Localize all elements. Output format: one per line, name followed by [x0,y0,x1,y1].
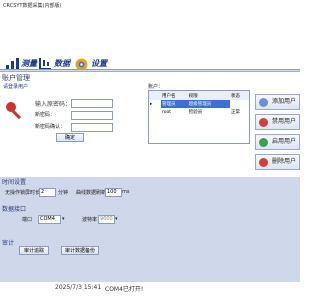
data-interface-section: 数据接口 端口 COM4 ▾ 波特率 9600 ▾ [0,204,150,234]
table-cell: 超级管理员 [187,100,230,108]
enable-user-icon [259,138,268,147]
table-cell [230,100,249,108]
audit-trail-button[interactable]: 审计追踪 [19,246,49,255]
port-select[interactable]: COM4 [38,215,61,224]
baud-field[interactable]: 9600 [98,215,115,224]
table-cell: 管理员 [161,100,188,108]
no-op-lock-unit: 分钟 [58,190,69,196]
table-row[interactable]: ▸ 管理员 超级管理员 [149,100,249,108]
delete-user-button[interactable]: 删除用户 [255,154,300,170]
window-title: CRCSYT数据采集(内部版) [3,3,62,9]
settings-panel: 账户管理 请登录用户 输入原密码： 新密码： 新密码确认： 确定 账户： 用户名… [0,69,300,283]
refresh-interval-unit: ms [122,189,130,195]
disable-user-icon [259,118,268,127]
add-user-button[interactable]: 添加用户 [255,94,300,110]
status-message: COM4已打开! [105,286,144,293]
old-password-field[interactable] [71,99,113,108]
user-management-section: 账户管理 请登录用户 输入原密码： 新密码： 新密码确认： 确定 账户： 用户名… [0,71,300,177]
confirm-password-label: 新密码确认： [35,124,66,130]
port-dropdown-icon[interactable]: ▾ [62,216,65,222]
row-marker: ▸ [150,101,153,107]
new-password-label: 新密码： [35,112,56,118]
enable-user-button[interactable]: 启用用户 [255,134,300,150]
no-op-lock-label: 无操作锁屏时长 [5,190,41,196]
confirm-button[interactable]: 确定 [56,133,84,142]
key-icon [4,100,26,122]
login-prompt-label: 请登录用户 [3,84,29,90]
audit-backup-button[interactable]: 审计数据备份 [61,246,99,255]
status-datetime: 2025/7/3 15:41 [55,284,102,291]
accounts-title: 账户： [148,84,164,90]
delete-user-icon [259,158,268,167]
column-header[interactable]: 状态 [230,91,249,100]
data-interface-title: 数据接口 [2,206,27,213]
disable-user-button[interactable]: 禁用用户 [255,114,300,130]
audit-section: 审计 审计追踪 审计数据备份 [0,238,150,283]
column-header[interactable]: 用户名 [161,91,188,100]
port-label: 端口 [22,217,33,223]
no-op-lock-field[interactable]: 2 [39,188,56,197]
toolbar: 测量 数据 设置 [0,12,300,71]
table-cell: root [162,109,172,115]
baud-dropdown-icon[interactable]: ▾ [115,216,118,222]
audit-title: 审计 [2,240,15,247]
table-row[interactable]: root 检验员 正常 [149,108,249,116]
new-password-field[interactable] [71,111,113,120]
table-cell: 检验员 [188,110,203,115]
status-bar: 2025/7/3 15:41 COM4已打开! [0,282,300,300]
timing-section: 无操作锁屏时长 2 分钟 曲线数据刷新为 100 ms [0,184,150,204]
old-password-label: 输入原密码： [35,101,72,108]
baud-label: 波特率 [82,217,98,223]
refresh-interval-field[interactable]: 100 [105,188,122,197]
add-user-icon [259,98,268,107]
accounts-table: 用户名 权限 状态 ▸ 管理员 超级管理员 root 检验员 正常 [148,90,250,144]
table-cell: 正常 [231,110,240,115]
confirm-password-field[interactable] [71,123,113,132]
column-header[interactable]: 权限 [188,91,230,100]
row-marker [149,108,161,116]
